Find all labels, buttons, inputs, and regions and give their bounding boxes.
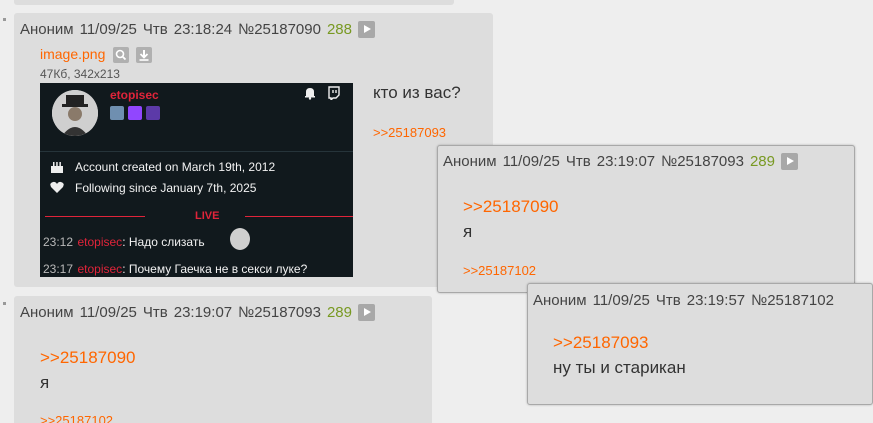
account-created: Account created on March 19th, 2012 (75, 160, 276, 174)
post-date: 11/09/25 (79, 304, 137, 321)
post-counter: 289 (326, 304, 352, 321)
chat-line: 23:17 etopisec: Почему Гаечка не в секси… (43, 262, 308, 276)
author-name: Аноним (20, 21, 74, 38)
chat-icon[interactable] (327, 86, 341, 102)
post-time: 23:19:07 (596, 153, 656, 170)
badge-icons (110, 106, 160, 120)
live-label: LIVE (195, 210, 220, 222)
post-25187093: Аноним 11/09/25 Чтв 23:19:07 №25187093 2… (14, 296, 432, 423)
file-meta: 47Кб, 342x213 (40, 67, 120, 81)
post-counter: 288 (326, 21, 352, 38)
bell-icon[interactable] (303, 86, 317, 100)
post-date: 11/09/25 (592, 292, 650, 309)
attached-image[interactable]: etopisec Account created on March 19th, … (40, 83, 353, 277)
post-day: Чтв (142, 21, 168, 38)
post-number[interactable]: №25187102 (751, 292, 834, 309)
live-line-right (245, 216, 353, 217)
popup-header: Аноним 11/09/25 Чтв 23:19:07 №25187093 2… (443, 153, 804, 170)
play-icon[interactable] (358, 304, 375, 321)
author-name: Аноним (443, 153, 497, 170)
quote-link[interactable]: >>25187093 (553, 333, 649, 353)
emote (230, 228, 250, 250)
reply-link[interactable]: >>25187102 (463, 263, 536, 278)
post-number[interactable]: №25187090 (238, 21, 321, 38)
download-icon[interactable] (136, 46, 153, 63)
previous-post-edge (14, 0, 454, 5)
post-marker (3, 302, 6, 305)
preview-popup-25187102: Аноним 11/09/25 Чтв 23:19:57 №25187102 >… (527, 283, 873, 405)
post-header: Аноним 11/09/25 Чтв 23:18:24 №25187090 2… (20, 21, 381, 38)
quote-link[interactable]: >>25187090 (40, 348, 136, 368)
post-day: Чтв (655, 292, 681, 309)
following-since: Following since January 7th, 2025 (75, 181, 257, 195)
post-day: Чтв (565, 153, 591, 170)
play-icon[interactable] (781, 153, 798, 170)
avatar (52, 90, 98, 136)
post-marker (3, 18, 6, 21)
post-date: 11/09/25 (79, 21, 137, 38)
heart-icon (49, 179, 65, 195)
post-date: 11/09/25 (502, 153, 560, 170)
chat-line: 23:12 etopisec: Надо слизать (43, 235, 205, 249)
post-header: Аноним 11/09/25 Чтв 23:19:07 №25187093 2… (20, 304, 381, 321)
play-icon[interactable] (358, 21, 375, 38)
post-text: я (463, 222, 473, 241)
preview-popup-25187093: Аноним 11/09/25 Чтв 23:19:07 №25187093 2… (437, 145, 855, 293)
post-text: я (40, 373, 50, 392)
live-line-left (45, 216, 145, 217)
file-name-link[interactable]: image.png (40, 46, 105, 62)
post-time: 23:19:07 (173, 304, 233, 321)
post-text: ну ты и старикан (553, 358, 686, 377)
post-day: Чтв (142, 304, 168, 321)
post-time: 23:18:24 (173, 21, 233, 38)
post-time: 23:19:57 (686, 292, 746, 309)
file-info: image.png (40, 46, 153, 64)
divider (40, 151, 353, 152)
post-text: кто из вас? (373, 83, 461, 102)
post-counter: 289 (749, 153, 775, 170)
reply-link[interactable]: >>25187093 (373, 125, 446, 140)
cake-icon (49, 158, 65, 174)
popup-header: Аноним 11/09/25 Чтв 23:19:57 №25187102 (533, 292, 840, 309)
twitch-username: etopisec (110, 88, 159, 102)
post-25187090: Аноним 11/09/25 Чтв 23:18:24 №25187090 2… (14, 13, 493, 287)
search-icon[interactable] (112, 46, 129, 63)
author-name: Аноним (533, 292, 587, 309)
post-number[interactable]: №25187093 (238, 304, 321, 321)
quote-link[interactable]: >>25187090 (463, 197, 559, 217)
post-number[interactable]: №25187093 (661, 153, 744, 170)
reply-link[interactable]: >>25187102 (40, 413, 113, 423)
author-name: Аноним (20, 304, 74, 321)
